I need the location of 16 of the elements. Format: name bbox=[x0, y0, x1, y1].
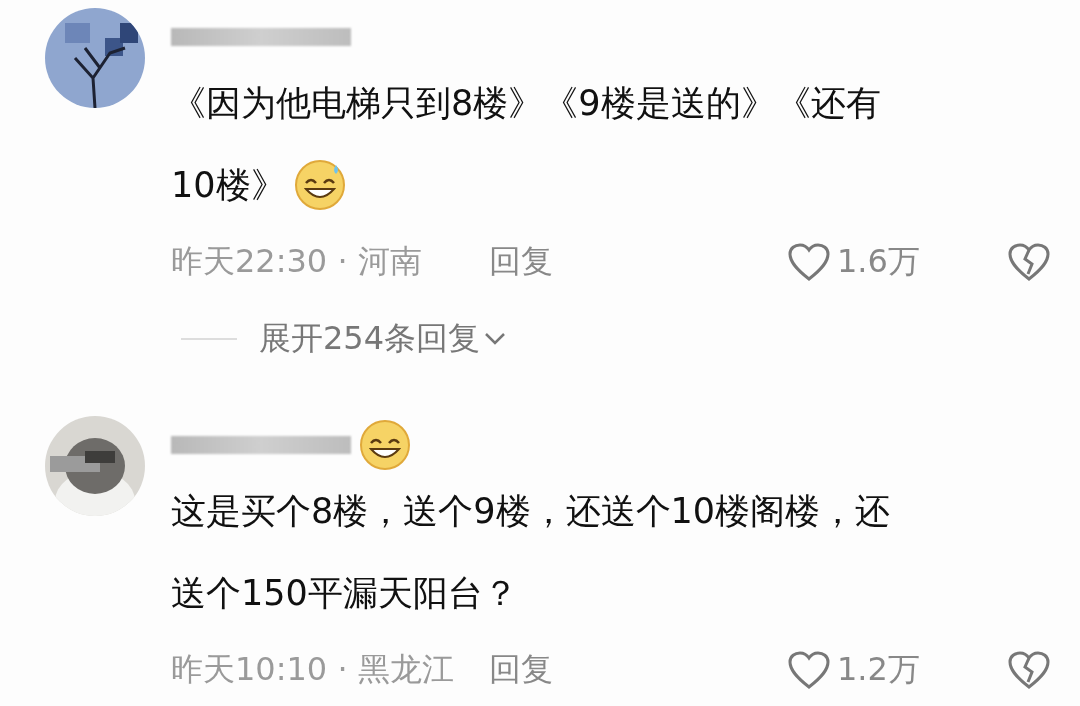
like-count: 1.6万 bbox=[837, 241, 920, 282]
dislike-icon[interactable] bbox=[1007, 650, 1051, 690]
reply-link[interactable]: 回复 bbox=[489, 240, 787, 284]
dislike-icon[interactable] bbox=[1007, 242, 1051, 282]
comment-text: 《因为他电梯只到8楼》《9楼是送的》《还有 bbox=[171, 82, 881, 125]
reply-link[interactable]: 回复 bbox=[489, 648, 787, 692]
expand-replies-button[interactable]: 展开254条回复 bbox=[259, 317, 507, 361]
comment-text: 10楼》 bbox=[171, 164, 286, 207]
comment-text: 这是买个8楼，送个9楼，还送个10楼阁楼，还 bbox=[171, 490, 891, 533]
like-count: 1.2万 bbox=[837, 649, 920, 690]
like-icon[interactable] bbox=[787, 242, 831, 282]
chevron-down-icon bbox=[484, 332, 507, 346]
comment-time-location: 昨天10:10 · 黑龙江 bbox=[171, 649, 455, 690]
like-icon[interactable] bbox=[787, 650, 831, 690]
comment-time-location: 昨天22:30 · 河南 bbox=[171, 241, 423, 282]
comment-text: 送个150平漏天阳台？ bbox=[171, 572, 518, 615]
